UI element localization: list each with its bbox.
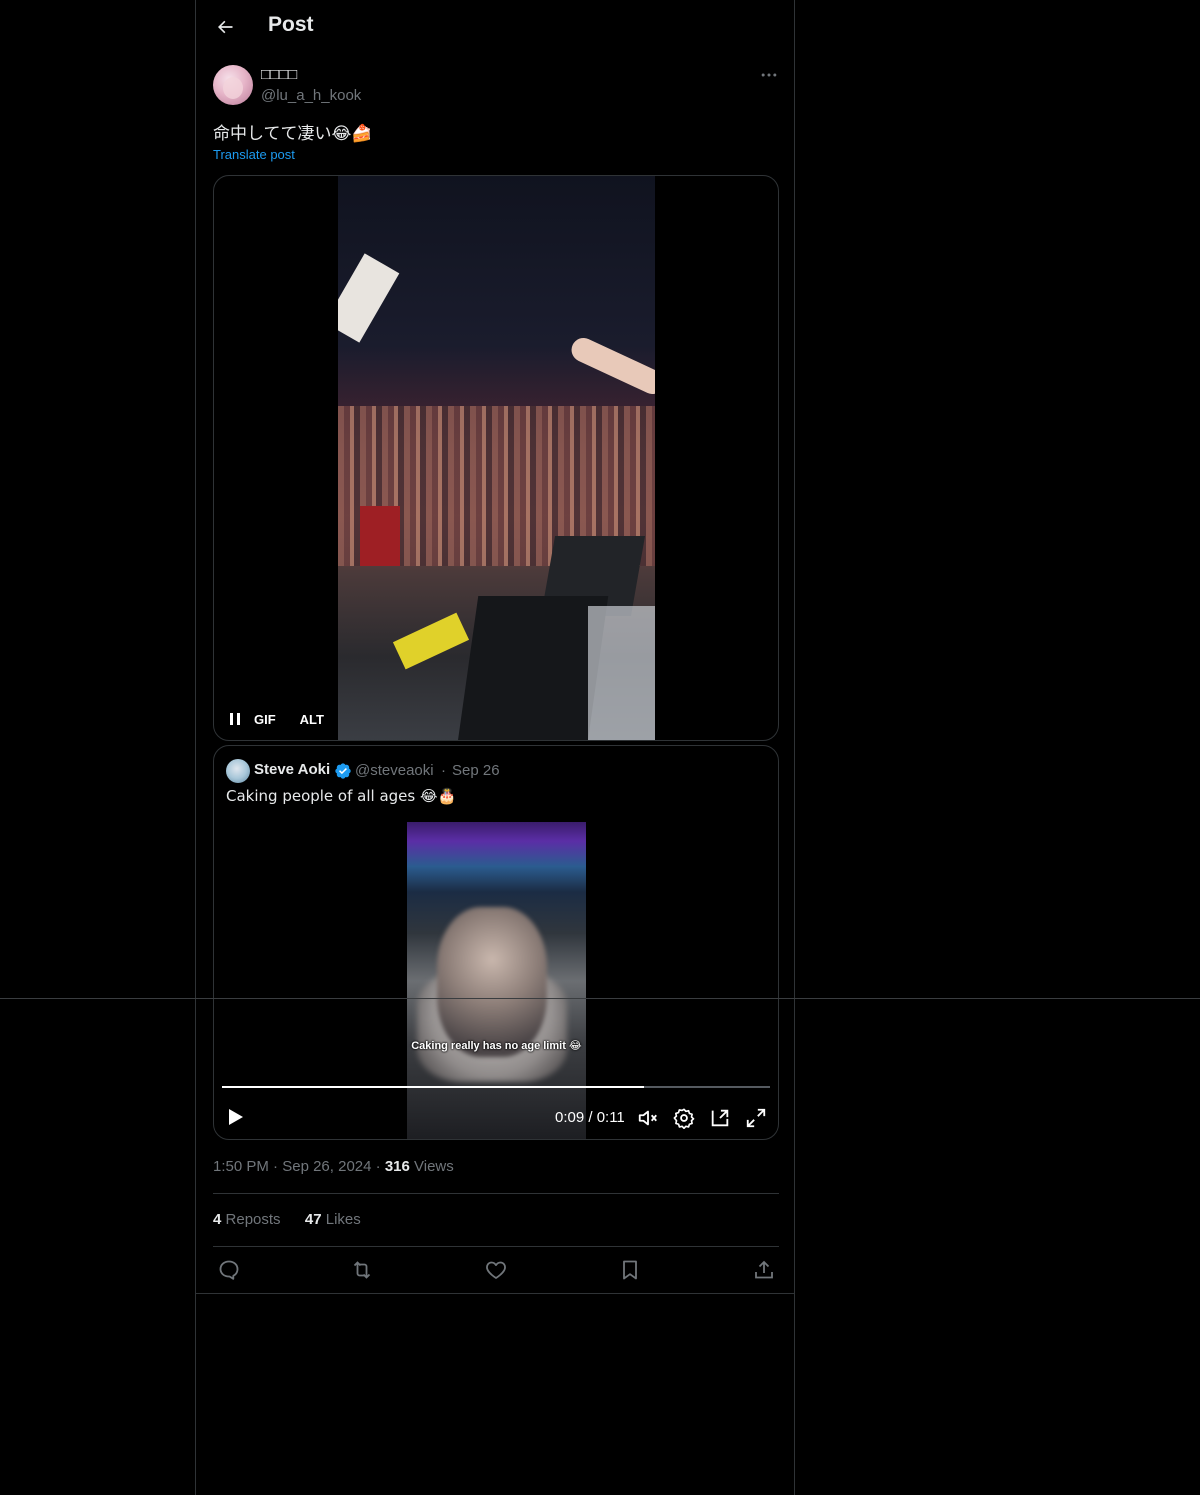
likes-label: Likes	[325, 1211, 361, 1228]
back-button[interactable]	[210, 12, 240, 42]
divider	[213, 1246, 779, 1247]
fullscreen-icon[interactable]	[745, 1107, 767, 1129]
video-progress-bar[interactable]	[222, 1086, 770, 1088]
action-bar	[213, 1258, 779, 1282]
separator-dot: ·	[441, 762, 446, 779]
share-icon[interactable]	[752, 1258, 776, 1282]
video-progress-fill	[222, 1086, 644, 1088]
quote-author-handle[interactable]: @steveaoki	[355, 762, 434, 779]
gif-badge: GIF	[254, 711, 276, 727]
author-handle[interactable]: @lu_a_h_kook	[261, 87, 361, 104]
views-label: Views	[414, 1158, 454, 1175]
post-text: 命中してて凄い😂🍰	[213, 124, 373, 144]
gif-media[interactable]: GIF ALT	[213, 175, 779, 741]
post-time[interactable]: 1:50 PM	[213, 1158, 269, 1175]
quote-text: Caking people of all ages 😂🎂	[226, 787, 457, 805]
gif-image	[338, 176, 655, 740]
post-stats: 4 Reposts 47 Likes	[213, 1211, 361, 1228]
quote-video[interactable]: Caking really has no age limit 😂	[407, 822, 586, 1139]
gif-controls: GIF ALT	[230, 709, 324, 729]
divider	[196, 1293, 794, 1294]
mute-icon[interactable]	[637, 1107, 659, 1129]
like-heart-icon[interactable]	[484, 1258, 508, 1282]
reply-icon[interactable]	[217, 1258, 241, 1282]
quote-author-name[interactable]: Steve Aoki	[254, 761, 330, 778]
likes-count: 47	[304, 1211, 322, 1228]
quote-date[interactable]: Sep 26	[452, 762, 500, 779]
alt-badge[interactable]: ALT	[300, 712, 324, 727]
reposts-count: 4	[213, 1211, 222, 1228]
repost-icon[interactable]	[350, 1258, 374, 1282]
post-date[interactable]: Sep 26, 2024	[282, 1158, 371, 1175]
divider	[213, 1193, 779, 1194]
arrow-left-icon	[218, 20, 233, 34]
page-header: Post	[196, 0, 794, 54]
quote-avatar[interactable]	[226, 759, 250, 783]
ellipsis-icon	[761, 73, 777, 77]
overlay-guide-line	[0, 998, 1200, 999]
settings-gear-icon[interactable]	[673, 1107, 695, 1129]
likes-stat[interactable]: 47 Likes	[305, 1211, 361, 1228]
avatar[interactable]	[213, 65, 253, 105]
verified-badge-icon	[335, 763, 351, 779]
author-name[interactable]: □□□□	[261, 66, 297, 83]
more-options-button[interactable]	[759, 65, 779, 85]
play-icon[interactable]	[228, 1108, 244, 1126]
translate-post-link[interactable]: Translate post	[213, 147, 295, 162]
quoted-post[interactable]: Steve Aoki @steveaoki · Sep 26 Caking pe…	[213, 745, 779, 1140]
picture-in-picture-icon[interactable]	[709, 1107, 731, 1129]
pause-icon[interactable]	[230, 713, 240, 725]
reposts-label: Reposts	[225, 1211, 281, 1228]
video-timecode: 0:09 / 0:11	[555, 1109, 625, 1126]
video-caption: Caking really has no age limit 😂	[411, 1040, 582, 1052]
page-title: Post	[268, 13, 314, 36]
post-meta: 1:50 PM · Sep 26, 2024 · 316 Views	[213, 1158, 454, 1175]
views-count: 316	[384, 1158, 410, 1175]
reposts-stat[interactable]: 4 Reposts	[213, 1211, 281, 1228]
bookmark-icon[interactable]	[618, 1258, 642, 1282]
post-column: Post □□□□ @lu_a_h_kook 命中してて凄い😂🍰 Transla…	[195, 0, 795, 1495]
